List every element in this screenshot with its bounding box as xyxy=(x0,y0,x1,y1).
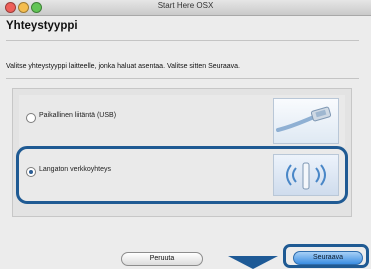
heading-divider xyxy=(6,40,359,41)
option-usb[interactable]: Paikallinen liitäntä (USB) xyxy=(19,95,345,147)
instructions-text: Valitse yhteystyyppi laitteelle, jonka h… xyxy=(6,63,240,70)
next-button[interactable]: Seuraava xyxy=(293,251,363,265)
instructions-divider xyxy=(6,78,359,79)
wireless-radio[interactable] xyxy=(26,167,36,177)
window-title: Start Here OSX xyxy=(157,1,214,10)
installer-window: Start Here OSX Yhteystyyppi Valitse yhte… xyxy=(0,0,371,269)
cancel-button[interactable]: Peruuta xyxy=(121,252,203,266)
usb-cable-icon xyxy=(273,98,339,144)
wireless-icon xyxy=(273,154,339,196)
title-bar: Start Here OSX xyxy=(0,0,371,16)
usb-radio[interactable] xyxy=(26,113,36,123)
page-title: Yhteystyyppi xyxy=(6,20,78,32)
usb-option-label: Paikallinen liitäntä (USB) xyxy=(39,112,117,119)
connection-options-panel: Paikallinen liitäntä (USB) Langaton verk… xyxy=(12,88,352,217)
wireless-option-label: Langaton verkkoyhteys xyxy=(39,166,111,173)
option-wireless[interactable]: Langaton verkkoyhteys xyxy=(16,146,348,204)
arrow-pointer-icon xyxy=(228,256,278,269)
